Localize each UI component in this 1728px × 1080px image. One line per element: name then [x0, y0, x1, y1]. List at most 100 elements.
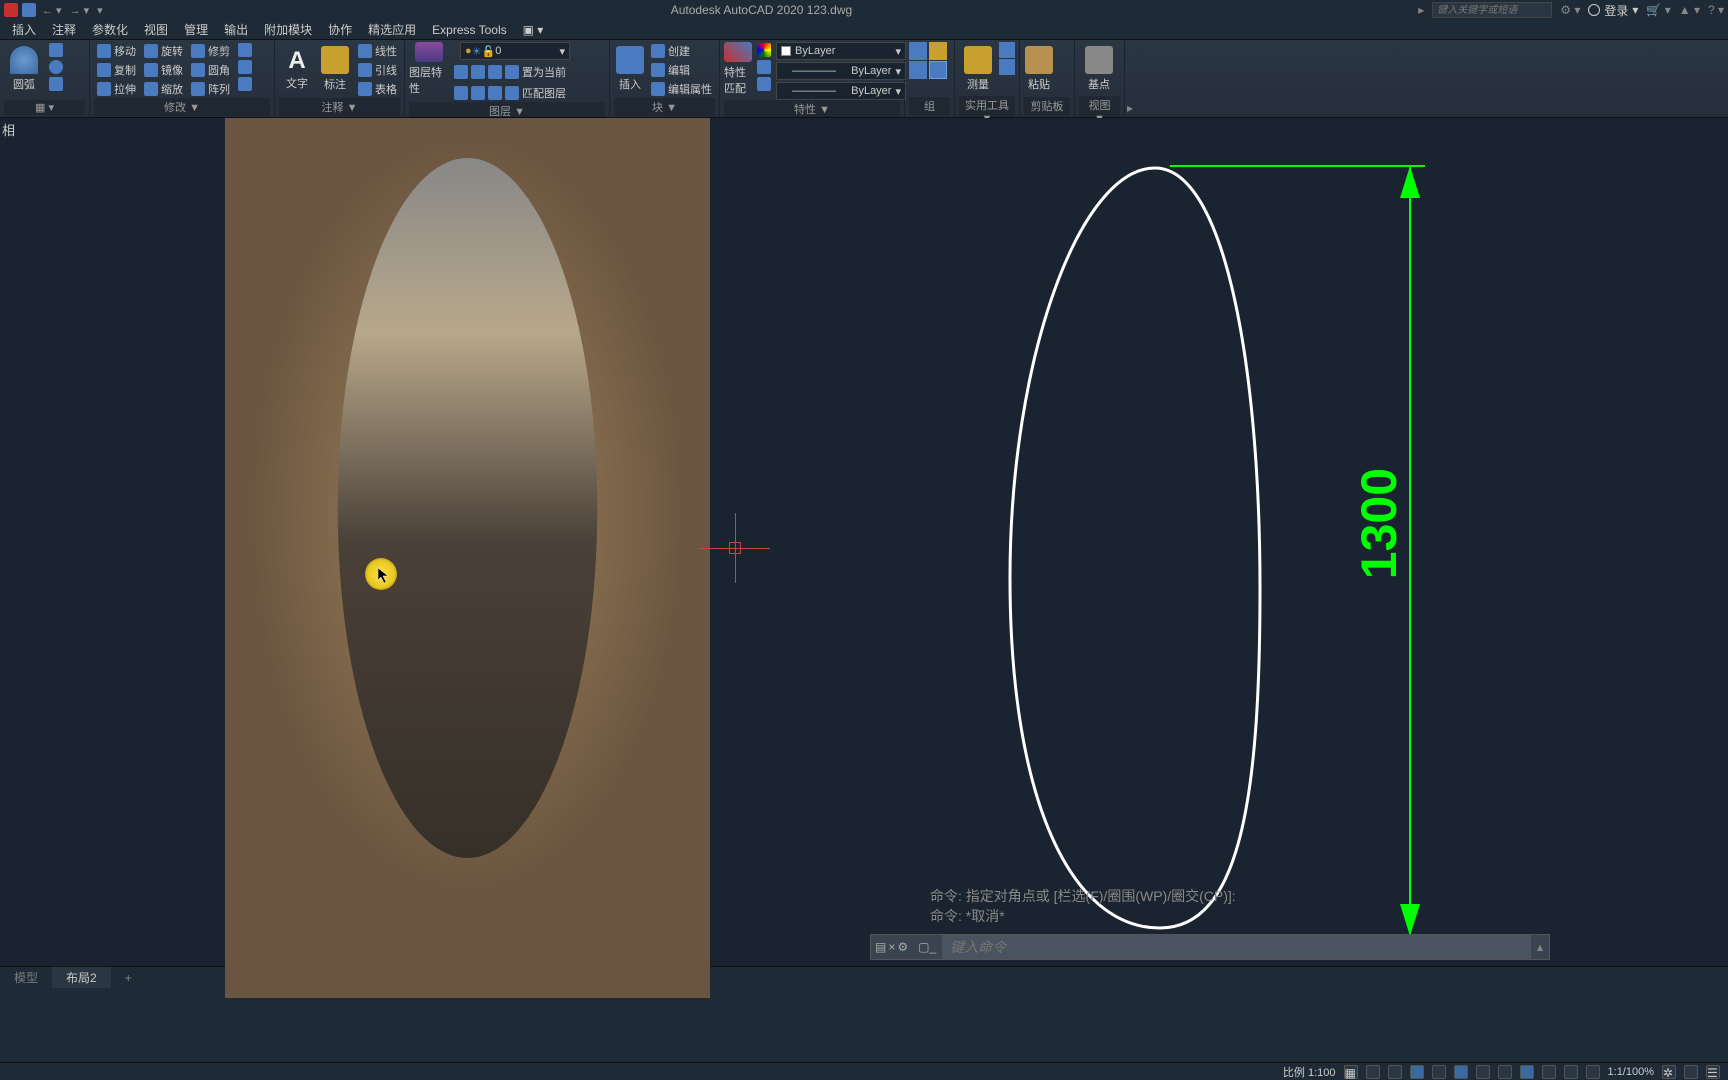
leader-button[interactable]: 引线: [355, 61, 400, 79]
tab-model[interactable]: 模型: [0, 967, 52, 988]
menu-output[interactable]: 输出: [216, 21, 256, 38]
menu-more-icon[interactable]: ▣ ▾: [515, 23, 552, 37]
menu-view[interactable]: 视图: [136, 21, 176, 38]
dimension-value[interactable]: 1300: [1350, 468, 1408, 579]
panel-block-title[interactable]: 块 ▼: [614, 98, 715, 116]
layer-match-button[interactable]: 匹配图层: [451, 84, 570, 102]
fillet-button[interactable]: 圆角: [188, 61, 233, 79]
table-button[interactable]: 表格: [355, 80, 400, 98]
search-dropdown-icon[interactable]: ⚙ ▾: [1560, 3, 1580, 17]
panel-clip-title[interactable]: 剪贴板: [1024, 97, 1070, 115]
scale-button[interactable]: 缩放: [141, 80, 186, 98]
undo-icon[interactable]: ← ▾: [40, 4, 64, 17]
erase-button[interactable]: [235, 42, 255, 58]
app-exchange-icon[interactable]: 🛒 ▾: [1646, 3, 1670, 17]
trim-button[interactable]: 修剪: [188, 42, 233, 60]
rect-button[interactable]: [46, 76, 66, 92]
cmd-close-icon[interactable]: ×: [888, 940, 895, 954]
text-button[interactable]: A文字: [279, 42, 315, 96]
group-edit-icon[interactable]: [909, 61, 927, 79]
block-create-button[interactable]: 创建: [648, 42, 715, 60]
reference-image[interactable]: [225, 118, 710, 998]
lineweight-select[interactable]: ———— ByLayer▾: [776, 62, 906, 80]
group-icon[interactable]: [909, 42, 927, 60]
ribbon-expand-icon[interactable]: ▸: [1125, 99, 1135, 117]
status-iso-icon[interactable]: [1432, 1065, 1446, 1079]
menu-express[interactable]: Express Tools: [424, 23, 514, 37]
status-lock-icon[interactable]: [1498, 1065, 1512, 1079]
status-ortho-icon[interactable]: [1388, 1065, 1402, 1079]
array-button[interactable]: 阵列: [188, 80, 233, 98]
status-scale[interactable]: 比例 1:100: [1283, 1064, 1336, 1080]
ungroup-icon[interactable]: [929, 42, 947, 60]
menu-annot[interactable]: 注释: [44, 21, 84, 38]
block-attr-button[interactable]: 编辑属性: [648, 80, 715, 98]
layer-props-button[interactable]: 图层特性: [409, 42, 449, 96]
status-grid-icon[interactable]: ▦: [1344, 1065, 1358, 1079]
status-cycle-icon[interactable]: [1586, 1065, 1600, 1079]
menu-manage[interactable]: 管理: [176, 21, 216, 38]
xref-icon[interactable]: ▲ ▾: [1679, 3, 1700, 17]
panel-annot-title[interactable]: 注释 ▼: [279, 98, 400, 116]
linetype-select[interactable]: ———— ByLayer▾: [776, 82, 906, 100]
menu-featured[interactable]: 精选应用: [360, 21, 424, 38]
insert-button[interactable]: 插入: [614, 42, 646, 96]
copy-button[interactable]: 复制: [94, 61, 139, 79]
circle-button[interactable]: [46, 59, 66, 75]
menu-insert[interactable]: 插入: [4, 21, 44, 38]
status-anno-icon[interactable]: [1476, 1065, 1490, 1079]
qat-dropdown[interactable]: ▾: [95, 4, 105, 17]
help-icon[interactable]: ? ▾: [1708, 3, 1724, 17]
arc-button[interactable]: 圆弧: [4, 42, 44, 96]
cmd-recent-icon[interactable]: ▤: [875, 940, 886, 954]
status-osnap-icon[interactable]: [1454, 1065, 1468, 1079]
layer-front-button[interactable]: 置为当前: [451, 63, 570, 81]
cmd-expand-icon[interactable]: ▴: [1531, 940, 1549, 954]
menu-collab[interactable]: 协作: [320, 21, 360, 38]
infocenter-arrow-icon[interactable]: ▸: [1418, 3, 1424, 17]
explode-button[interactable]: [235, 59, 255, 75]
rotate-button[interactable]: 旋转: [141, 42, 186, 60]
mirror-button[interactable]: 镜像: [141, 61, 186, 79]
panel-draw-title[interactable]: ▦ ▾: [4, 100, 85, 115]
drawing-canvas[interactable]: 相 1300 命令: 指定对角点或 [栏选(F)/圈围(WP)/圈交(CP)]:…: [0, 118, 1728, 966]
util1-icon[interactable]: [999, 42, 1015, 58]
save-icon[interactable]: [22, 3, 36, 17]
status-otrack-icon[interactable]: [1520, 1065, 1534, 1079]
tab-add[interactable]: +: [111, 967, 146, 988]
group-sel-icon[interactable]: [929, 61, 947, 79]
polyline-button[interactable]: [46, 42, 66, 58]
copy-clip-icon[interactable]: [1056, 57, 1070, 71]
measure-button[interactable]: 测量: [959, 42, 997, 96]
status-trans-icon[interactable]: [1564, 1065, 1578, 1079]
status-snap-icon[interactable]: [1366, 1065, 1380, 1079]
cut-icon[interactable]: [1056, 42, 1070, 56]
status-gear-icon[interactable]: ✲: [1662, 1065, 1676, 1079]
status-zoom[interactable]: 1:1/100%: [1608, 1066, 1654, 1078]
command-input[interactable]: [942, 935, 1531, 959]
util2-icon[interactable]: [999, 59, 1015, 75]
cmd-customize-icon[interactable]: ⚙: [897, 940, 908, 954]
login-button[interactable]: 登录 ▾: [1588, 2, 1638, 19]
move-button[interactable]: 移动: [94, 42, 139, 60]
color-ic-button[interactable]: [754, 42, 774, 58]
match-props-button[interactable]: 特性匹配: [724, 42, 752, 96]
offset-button[interactable]: [235, 76, 255, 92]
search-input[interactable]: [1432, 2, 1552, 18]
paste-button[interactable]: 粘贴: [1024, 42, 1054, 96]
panel-modify-title[interactable]: 修改 ▼: [94, 98, 270, 116]
basepoint-button[interactable]: 基点: [1079, 42, 1119, 96]
panel-group-title[interactable]: 组: [909, 97, 950, 115]
block-edit-button[interactable]: 编辑: [648, 61, 715, 79]
menu-param[interactable]: 参数化: [84, 21, 136, 38]
layer-combo[interactable]: ● ☀ 🔓 0 ▾: [460, 42, 570, 60]
app-icon[interactable]: [4, 3, 18, 17]
color-select[interactable]: ByLayer▾: [776, 42, 906, 60]
status-polar-icon[interactable]: [1410, 1065, 1424, 1079]
dim-button[interactable]: 标注: [317, 42, 353, 96]
stretch-button[interactable]: 拉伸: [94, 80, 139, 98]
panel-props-title[interactable]: 特性 ▼: [724, 100, 900, 118]
menu-addin[interactable]: 附加模块: [256, 21, 320, 38]
lt-ic-button[interactable]: [754, 76, 774, 92]
tab-layout2[interactable]: 布局2: [52, 967, 111, 988]
